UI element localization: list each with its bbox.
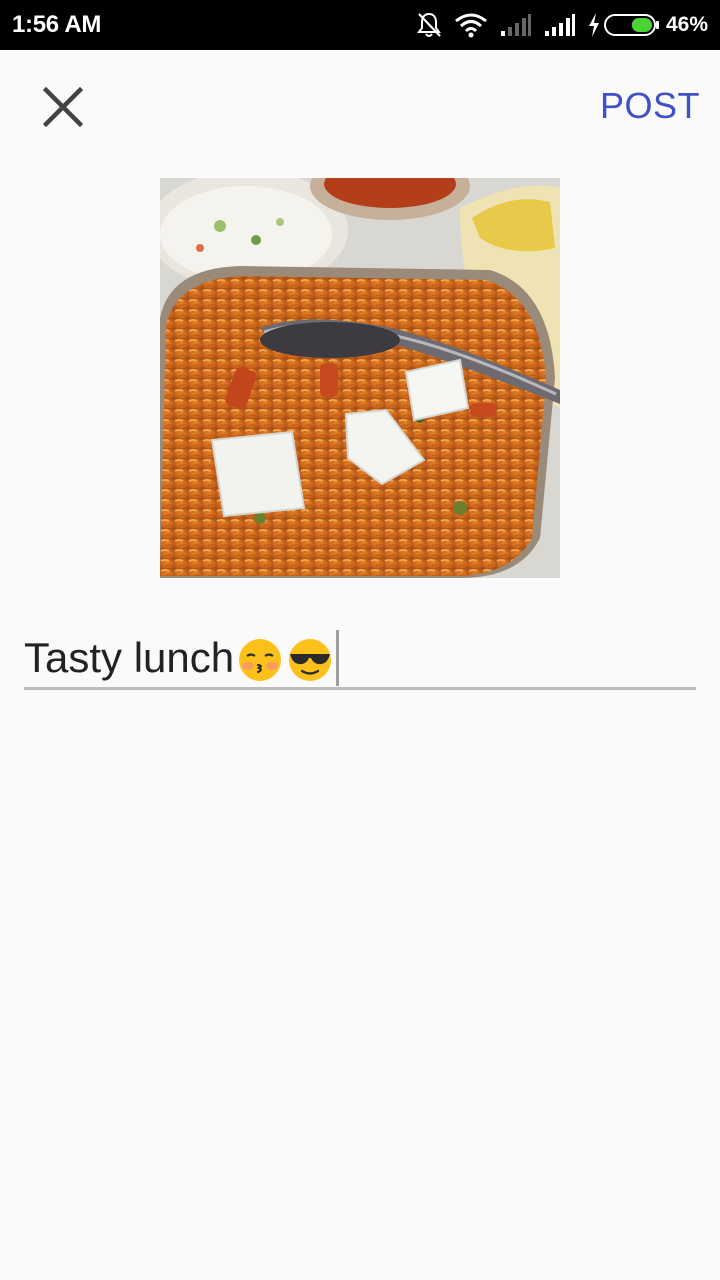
kissing-face-emoji	[239, 639, 282, 681]
wifi-icon	[455, 13, 487, 38]
caption-underline	[24, 687, 696, 690]
status-icons: 46%	[404, 0, 708, 50]
post-button[interactable]: POST	[600, 84, 700, 128]
caption-value: Tasty lunch	[24, 634, 235, 681]
status-time: 1:56 AM	[12, 11, 102, 38]
signal-icon	[544, 14, 575, 36]
close-icon	[43, 87, 83, 127]
battery-percent: 46%	[665, 13, 708, 36]
status-bar: 1:56 AM 46%	[0, 0, 720, 50]
signal-icon	[500, 14, 531, 36]
caption-field[interactable]: Tasty lunch	[24, 626, 696, 690]
food-photo-image	[160, 178, 560, 578]
charging-icon	[588, 13, 599, 37]
close-button[interactable]	[32, 76, 94, 138]
text-cursor	[336, 630, 340, 686]
battery-icon	[603, 14, 659, 36]
caption-input[interactable]: Tasty lunch	[24, 630, 340, 686]
top-app-bar: POST	[0, 50, 720, 160]
notifications-off-icon	[416, 12, 441, 37]
post-photo[interactable]	[160, 178, 560, 578]
sunglasses-face-emoji	[289, 639, 332, 681]
